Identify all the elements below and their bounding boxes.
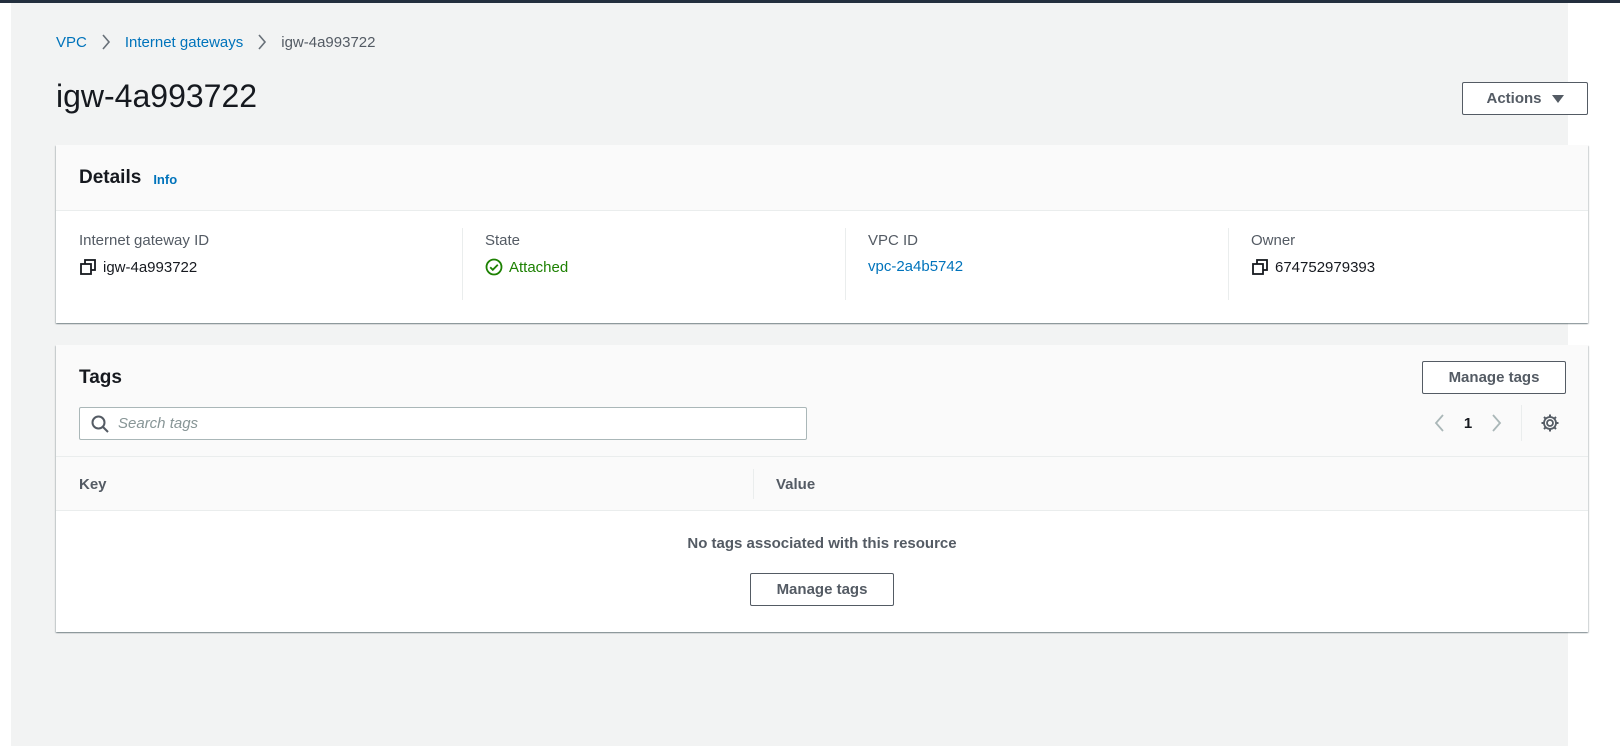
field-value: 674752979393 xyxy=(1251,258,1611,276)
info-link[interactable]: Info xyxy=(153,172,177,187)
field-vpc-id: VPC ID vpc-2a4b5742 xyxy=(845,228,1228,300)
field-value: Attached xyxy=(485,258,845,276)
details-body: Internet gateway ID igw-4a993722 State A… xyxy=(56,211,1588,323)
internet-gateway-id-value: igw-4a993722 xyxy=(103,258,198,276)
field-value: vpc-2a4b5742 xyxy=(868,258,1228,275)
tags-empty-state: No tags associated with this resource Ma… xyxy=(56,511,1588,631)
tags-title: Tags xyxy=(79,367,122,388)
field-label: Internet gateway ID xyxy=(79,232,210,249)
breadcrumb-current: igw-4a993722 xyxy=(281,33,376,51)
chevron-left-icon[interactable] xyxy=(1423,406,1457,440)
tags-panel: Tags Manage tags 1 xyxy=(56,345,1588,632)
field-value: igw-4a993722 xyxy=(79,258,462,276)
search-tags-input[interactable] xyxy=(118,415,798,432)
gear-icon[interactable] xyxy=(1532,405,1568,441)
column-header-value[interactable]: Value xyxy=(753,469,815,499)
owner-value: 674752979393 xyxy=(1275,258,1376,276)
pagination-divider xyxy=(1521,405,1522,441)
chevron-right-icon xyxy=(257,34,267,50)
breadcrumb-vpc[interactable]: VPC xyxy=(56,34,87,51)
chevron-right-icon[interactable] xyxy=(1479,406,1513,440)
left-gutter xyxy=(0,3,11,746)
field-label: VPC ID xyxy=(868,232,919,249)
breadcrumb: VPC Internet gateways igw-4a993722 xyxy=(56,32,376,52)
field-owner: Owner 674752979393 xyxy=(1228,228,1611,300)
details-header: Details Info xyxy=(56,145,1588,211)
details-panel: Details Info Internet gateway ID igw-4a9… xyxy=(56,145,1588,323)
state-value: Attached xyxy=(509,258,569,276)
page-number[interactable]: 1 xyxy=(1457,415,1479,432)
breadcrumb-internet-gateways[interactable]: Internet gateways xyxy=(125,34,243,51)
tags-table-header: Key Value xyxy=(56,457,1588,511)
actions-button[interactable]: Actions xyxy=(1462,82,1588,115)
copy-icon[interactable] xyxy=(79,258,97,276)
manage-tags-empty-button[interactable]: Manage tags xyxy=(750,573,894,606)
field-label: State xyxy=(485,232,521,249)
vpc-id-link[interactable]: vpc-2a4b5742 xyxy=(868,258,963,275)
tags-header: Tags Manage tags 1 xyxy=(56,345,1588,457)
pagination: 1 xyxy=(1423,405,1568,441)
manage-tags-button[interactable]: Manage tags xyxy=(1422,361,1566,394)
field-internet-gateway-id: Internet gateway ID igw-4a993722 xyxy=(79,228,462,300)
chevron-right-icon xyxy=(101,34,111,50)
column-header-key[interactable]: Key xyxy=(79,457,107,511)
copy-icon[interactable] xyxy=(1251,258,1269,276)
search-icon xyxy=(90,414,110,434)
actions-button-label: Actions xyxy=(1486,90,1542,107)
empty-message: No tags associated with this resource xyxy=(687,535,957,552)
page-title: igw-4a993722 xyxy=(56,78,258,114)
status-success-icon xyxy=(485,258,503,276)
caret-down-icon xyxy=(1551,94,1564,103)
field-label: Owner xyxy=(1251,232,1296,249)
search-box xyxy=(79,407,807,440)
field-state: State Attached xyxy=(462,228,845,300)
details-title: Details xyxy=(79,166,142,188)
